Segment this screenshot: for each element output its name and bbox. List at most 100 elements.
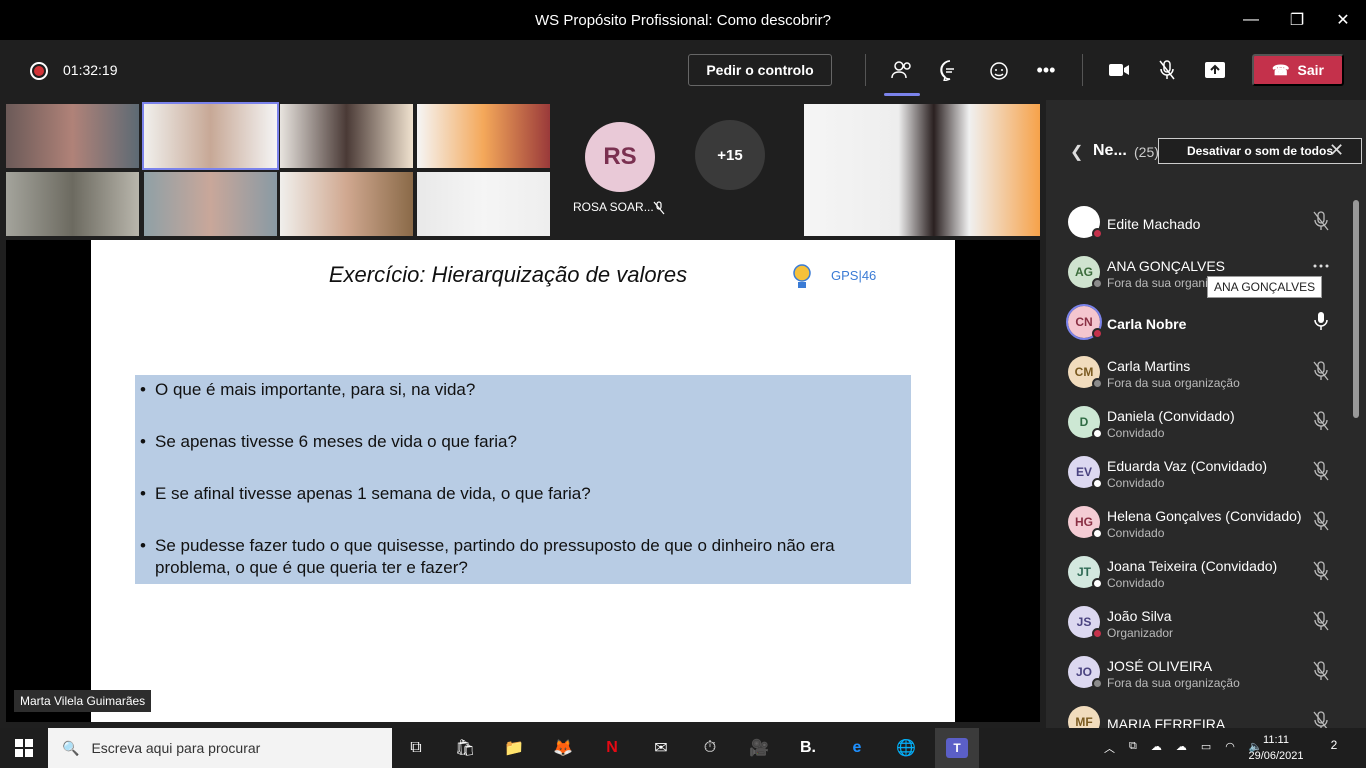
video-tile[interactable] xyxy=(280,104,413,168)
video-tile-speaking[interactable] xyxy=(142,102,279,170)
video-tile[interactable] xyxy=(417,172,550,236)
presence-status-icon xyxy=(1092,678,1103,689)
battery-icon[interactable]: ▭ xyxy=(1201,740,1211,756)
video-tile[interactable] xyxy=(6,104,139,168)
participant-name: JOSÉ OLIVEIRA xyxy=(1107,658,1213,674)
chat-icon[interactable] xyxy=(936,56,964,84)
participant-row[interactable]: MF MARIA FERREIRA xyxy=(1066,700,1356,730)
store-icon[interactable]: 🛍 xyxy=(445,732,485,764)
wifi-icon[interactable]: ◠ xyxy=(1225,740,1235,756)
question-item: O que é mais importante, para si, na vid… xyxy=(140,379,891,401)
participant-role: Convidado xyxy=(1107,526,1165,540)
video-tile[interactable] xyxy=(280,172,413,236)
search-icon: 🔍 xyxy=(62,739,80,756)
participant-row[interactable]: CM Carla Martins Fora da sua organização xyxy=(1066,350,1356,400)
participant-role: Convidado xyxy=(1107,476,1165,490)
taskbar: 🔍 Escreva aqui para procurar ⧉ 🛍 📁 🦊 N ✉… xyxy=(0,728,1366,768)
question-item: E se afinal tivesse apenas 1 semana de v… xyxy=(140,483,891,505)
meeting-timer: 01:32:19 xyxy=(63,62,118,78)
participant-row[interactable]: HG Helena Gonçalves (Convidado) Convidado xyxy=(1066,500,1356,550)
participant-count: (25) xyxy=(1134,144,1159,160)
meeting-toolbar: 01:32:19 Pedir o controlo ••• ☎ Sair xyxy=(0,40,1366,100)
gps-logo: GPS|46 xyxy=(831,268,877,283)
request-control-button[interactable]: Pedir o controlo xyxy=(688,54,832,86)
participant-role: Organizador xyxy=(1107,626,1174,640)
mic-off-icon[interactable] xyxy=(1311,410,1331,432)
clock-time: 11:11 xyxy=(1263,734,1289,746)
system-clock[interactable]: 11:11 29/06/2021 xyxy=(1246,732,1306,764)
participant-row[interactable]: JT Joana Teixeira (Convidado) Convidado xyxy=(1066,550,1356,600)
recording-icon xyxy=(30,62,48,80)
mic-off-icon[interactable] xyxy=(1311,710,1331,730)
close-icon[interactable]: ✕ xyxy=(1320,0,1366,40)
video-tile[interactable] xyxy=(6,172,139,236)
mail-icon[interactable]: ✉ xyxy=(641,732,681,764)
chevron-left-icon[interactable]: ❮ xyxy=(1070,142,1083,162)
file-explorer-icon[interactable]: 📁 xyxy=(494,732,534,764)
minimize-icon[interactable]: — xyxy=(1228,0,1274,40)
mic-off-icon[interactable] xyxy=(1311,210,1331,232)
mic-on-icon[interactable] xyxy=(1311,310,1331,332)
video-tile[interactable] xyxy=(417,104,550,168)
close-icon[interactable]: ✕ xyxy=(1329,140,1344,161)
windows-start-icon[interactable] xyxy=(0,728,48,768)
edge-legacy-icon[interactable]: e xyxy=(837,732,877,764)
mic-off-icon[interactable] xyxy=(1311,360,1331,382)
camera-icon[interactable] xyxy=(1105,56,1133,84)
participant-row[interactable]: D Daniela (Convidado) Convidado xyxy=(1066,400,1356,450)
presence-status-icon xyxy=(1092,378,1103,389)
participant-row[interactable]: Edite Machado xyxy=(1066,200,1356,250)
firefox-icon[interactable]: 🦊 xyxy=(543,732,583,764)
network-icon[interactable]: ⧉ xyxy=(1129,740,1137,756)
avatar: MF xyxy=(1068,706,1100,730)
notification-count: 2 xyxy=(1330,738,1338,752)
participant-name: Helena Gonçalves (Convidado) xyxy=(1107,508,1302,524)
zoom-icon[interactable]: 🎥 xyxy=(739,732,779,764)
share-icon[interactable] xyxy=(1201,56,1229,84)
more-participants-badge[interactable]: +15 xyxy=(695,120,765,190)
edge-icon[interactable]: 🌐 xyxy=(886,732,926,764)
presentation-slide: Exercício: Hierarquização de valores GPS… xyxy=(91,240,955,722)
mic-off-icon xyxy=(653,201,665,215)
participant-role: Fora da sua organização xyxy=(1107,676,1240,690)
presence-status-icon xyxy=(1092,278,1103,289)
onedrive-icon[interactable]: ☁ xyxy=(1151,740,1162,756)
netflix-icon[interactable]: N xyxy=(592,732,632,764)
panel-title: Ne... xyxy=(1093,142,1127,159)
video-tile-large[interactable] xyxy=(804,104,1040,236)
chevron-up-icon[interactable]: ︿ xyxy=(1104,740,1115,756)
mic-off-icon[interactable] xyxy=(1153,56,1181,84)
participant-row[interactable]: JS João Silva Organizador xyxy=(1066,600,1356,650)
participant-name: ROSA SOAR... xyxy=(573,200,654,214)
participants-icon[interactable] xyxy=(884,56,920,96)
task-view-icon[interactable]: ⧉ xyxy=(396,732,436,764)
participant-name: João Silva xyxy=(1107,608,1172,624)
leave-button[interactable]: ☎ Sair xyxy=(1252,54,1344,86)
participant-name: Daniela (Convidado) xyxy=(1107,408,1235,424)
mic-off-icon[interactable] xyxy=(1311,510,1331,532)
scrollbar[interactable] xyxy=(1353,200,1359,418)
clock-date: 29/06/2021 xyxy=(1248,750,1304,762)
participant-name: ANA GONÇALVES xyxy=(1107,258,1226,274)
mic-off-icon[interactable] xyxy=(1311,660,1331,682)
more-icon[interactable]: ••• xyxy=(1032,56,1060,84)
clock-app-icon[interactable]: ⏱ xyxy=(690,732,730,764)
toolbar-divider xyxy=(1082,54,1083,86)
participant-name: Eduarda Vaz (Convidado) xyxy=(1107,458,1268,474)
mic-off-icon[interactable] xyxy=(1311,460,1331,482)
participant-row[interactable]: EV Eduarda Vaz (Convidado) Convidado xyxy=(1066,450,1356,500)
reactions-icon[interactable] xyxy=(984,56,1012,84)
presence-status-icon xyxy=(1092,328,1103,339)
video-tile[interactable] xyxy=(144,172,277,236)
search-input[interactable]: 🔍 Escreva aqui para procurar xyxy=(48,728,392,768)
maximize-icon[interactable]: ❐ xyxy=(1274,0,1320,40)
avatar[interactable]: RS xyxy=(585,122,655,192)
notifications-icon[interactable]: 2 xyxy=(1322,738,1346,758)
participant-row[interactable]: CN Carla Nobre xyxy=(1066,300,1356,350)
cloud-error-icon[interactable]: ☁ xyxy=(1176,740,1187,756)
mic-off-icon[interactable] xyxy=(1311,610,1331,632)
mic-off-icon[interactable] xyxy=(1311,560,1331,582)
teams-icon[interactable]: T xyxy=(935,728,979,768)
participant-row[interactable]: JO JOSÉ OLIVEIRA Fora da sua organização xyxy=(1066,650,1356,700)
booking-icon[interactable]: B. xyxy=(788,732,828,764)
